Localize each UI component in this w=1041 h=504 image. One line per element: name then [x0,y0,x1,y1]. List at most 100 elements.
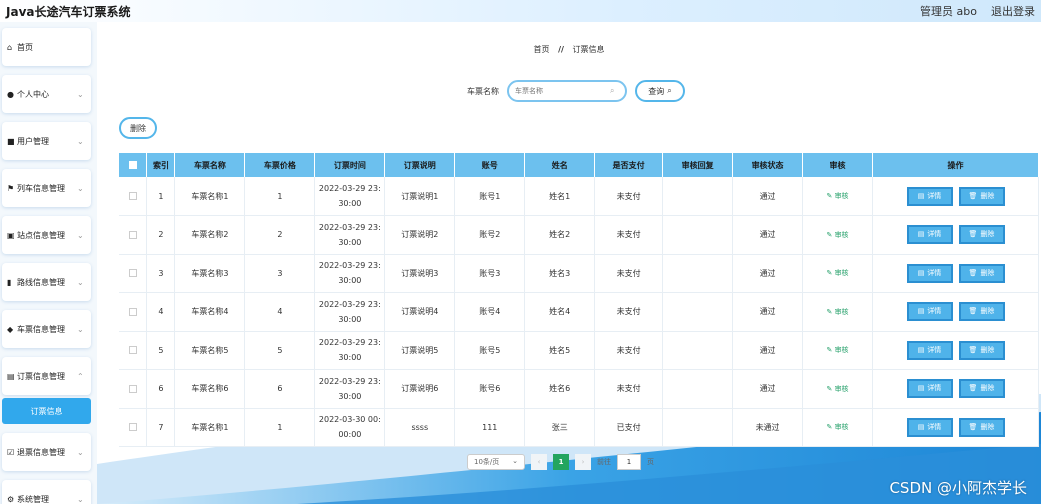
detail-button[interactable]: ▤ 详情 [906,379,953,399]
select-all-checkbox[interactable] [128,161,137,169]
cell-booking-time: 2022-03-30 00: 00:00 [314,408,386,447]
trash-icon: 🗑 [968,422,978,431]
row-checkbox[interactable] [128,269,137,278]
delete-button[interactable]: 🗑 删除 [958,263,1005,283]
sidebar-item-refunds[interactable]: ☑ 退票信息管理 ⌄ [2,433,91,471]
cell-audit: ✎ 审核 [802,177,873,216]
cell-ticket-price: 5 [244,331,316,370]
delete-button[interactable]: 🗑 删除 [958,302,1005,322]
detail-button-label: 详情 [927,191,942,200]
admin-label: 管理员 abo [920,5,977,18]
audit-link[interactable]: ✎ 审核 [826,385,848,393]
row-checkbox[interactable] [128,230,137,239]
detail-button[interactable]: ▤ 详情 [906,340,953,360]
page-size-select[interactable]: 10条/页 ⌄ [467,454,525,470]
chevron-down-icon: ⌄ [77,324,84,334]
audit-link[interactable]: ✎ 审核 [826,269,848,277]
header-booking-time: 订票时间 [314,153,386,177]
detail-button[interactable]: ▤ 详情 [906,302,953,322]
audit-link[interactable]: ✎ 审核 [826,423,848,431]
edit-icon: ✎ [826,346,835,355]
bulk-delete-button[interactable]: 删除 [119,117,157,139]
document-icon: ▤ [917,230,925,239]
booking-time-line2: 30:00 [338,237,362,247]
cell-booking-note: 订票说明6 [384,369,456,409]
detail-button[interactable]: ▤ 详情 [906,263,953,283]
query-button[interactable]: 查询 ⌕ [635,80,685,102]
sidebar-item-routes[interactable]: ▮ 路线信息管理 ⌄ [2,263,91,301]
detail-button[interactable]: ▤ 详情 [906,417,953,437]
detail-button-label: 详情 [927,422,942,431]
logout-link[interactable]: 退出登录 [991,3,1035,19]
delete-button[interactable]: 🗑 删除 [958,186,1005,206]
detail-button-label: 详情 [927,230,942,239]
search-input[interactable] [515,87,610,95]
cell-audit-reply [662,369,734,409]
header-name: 姓名 [524,153,596,177]
breadcrumb-home[interactable]: 首页 [534,45,550,54]
top-bar: Java长途汽车订票系统 管理员 abo 退出登录 [0,0,1041,22]
delete-button[interactable]: 🗑 删除 [958,417,1005,437]
trash-icon: 🗑 [968,384,978,393]
chevron-down-icon: ⌄ [512,457,518,465]
detail-button[interactable]: ▤ 详情 [906,186,953,206]
audit-link[interactable]: ✎ 审核 [826,192,848,200]
audit-link[interactable]: ✎ 审核 [826,308,848,316]
page-unit-label: 页 [647,458,654,466]
search-bar: 车票名称 ⌕ 查询 ⌕ [467,80,685,102]
search-label: 车票名称 [467,86,499,96]
table-row: 5 车票名称5 5 2022-03-29 23: 30:00 订票说明5 账号5 姓名5 未支付… [119,331,1039,370]
cell-actions: ▤ 详情 🗑 删除 [872,215,1039,255]
delete-button[interactable]: 🗑 删除 [958,340,1005,360]
cell-audit-reply [662,331,734,370]
next-page-button[interactable]: › [575,454,591,470]
breadcrumb: 首页 // 订票信息 [97,44,1041,55]
detail-button[interactable]: ▤ 详情 [906,225,953,245]
sidebar-item-users[interactable]: ■ 用户管理 ⌄ [2,122,91,160]
booking-time-line2: 00:00 [338,430,362,440]
cell-audit-status: 通过 [732,254,804,293]
cell-ticket-name: 车票名称3 [174,254,246,293]
cell-name: 张三 [524,408,596,447]
sidebar-item-system[interactable]: ⚙ 系统管理 ⌄ [2,480,91,504]
sidebar-item-home[interactable]: ⌂ 首页 [2,28,91,66]
edit-icon: ✎ [826,192,835,200]
audit-link[interactable]: ✎ 审核 [826,346,848,354]
location-icon: ◆ [7,324,14,334]
cell-paid: 已支付 [594,408,664,447]
cell-ticket-name: 车票名称2 [174,215,246,255]
cell-audit-reply [662,408,734,447]
sidebar-item-stations[interactable]: ▣ 站点信息管理 ⌄ [2,216,91,254]
cell-actions: ▤ 详情 🗑 删除 [872,408,1039,447]
cell-index: 7 [146,408,176,447]
row-checkbox[interactable] [128,384,137,393]
delete-button[interactable]: 🗑 删除 [958,225,1005,245]
chevron-right-icon: › [581,458,585,466]
users-icon: ■ [7,136,15,146]
row-checkbox[interactable] [128,346,137,355]
delete-button[interactable]: 🗑 删除 [958,379,1005,399]
cell-ticket-name: 车票名称1 [174,408,246,447]
row-checkbox[interactable] [128,192,137,200]
row-checkbox[interactable] [128,307,137,316]
cell-booking-note: 订票说明4 [384,292,456,332]
booking-time-line2: 30:00 [338,276,362,286]
document-icon: ▤ [917,191,925,200]
checkbox-icon: ☑ [7,447,15,457]
prev-page-button[interactable]: ‹ [531,454,547,470]
sidebar-item-trains[interactable]: ⚑ 列车信息管理 ⌄ [2,169,91,207]
chevron-left-icon: ‹ [537,458,541,466]
document-icon: ▤ [917,307,925,316]
sidebar-subitem-booking-info[interactable]: 订票信息 [2,398,91,424]
page-number-current[interactable]: 1 [553,454,569,470]
goto-page-input[interactable]: 1 [617,454,641,470]
cell-account: 账号5 [454,331,526,370]
sidebar-item-profile[interactable]: ● 个人中心 ⌄ [2,75,91,113]
audit-link[interactable]: ✎ 审核 [826,231,848,239]
sidebar-item-tickets[interactable]: ◆ 车票信息管理 ⌄ [2,310,91,348]
top-bar-right: 管理员 abo 退出登录 [920,3,1035,19]
sidebar-item-label: 系统管理 [17,494,49,504]
row-checkbox[interactable] [128,423,137,432]
sidebar-item-bookings[interactable]: ▤ 订票信息管理 ⌃ [2,357,91,395]
cell-booking-time: 2022-03-29 23: 30:00 [314,292,386,332]
